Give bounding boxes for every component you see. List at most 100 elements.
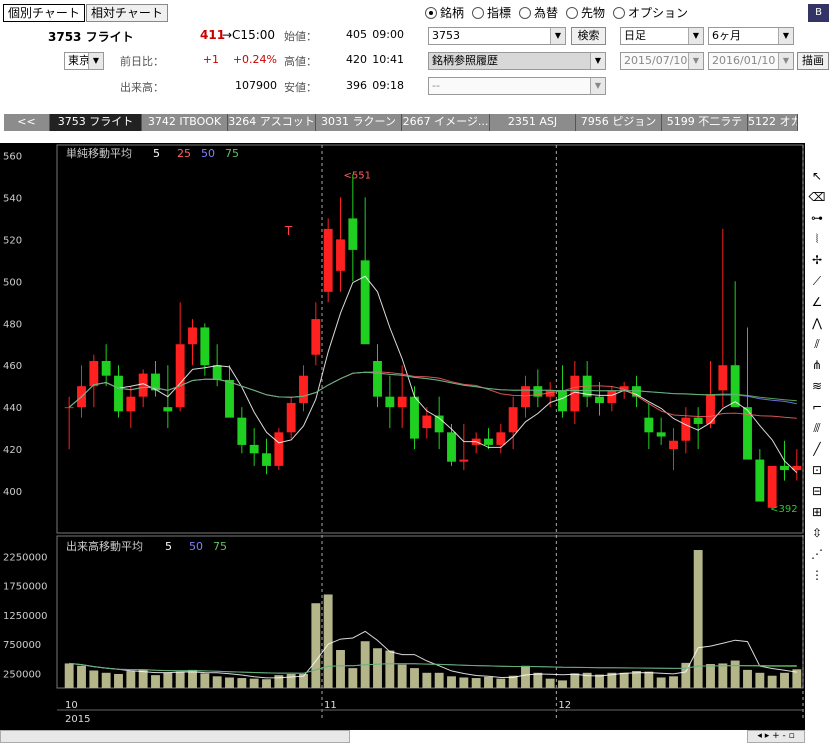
line-tool-icon[interactable]: ╱ bbox=[805, 439, 829, 460]
search-button[interactable]: 検索 bbox=[571, 27, 606, 45]
angle-icon[interactable]: ∠ bbox=[805, 292, 829, 313]
interval-select[interactable]: 日足 ▼ bbox=[620, 27, 704, 45]
volume-bar bbox=[212, 676, 222, 688]
zigzag-icon[interactable]: ⋰ bbox=[805, 544, 829, 565]
history-select[interactable]: 銘柄参照履歴 ▼ bbox=[428, 52, 606, 70]
price-tick-label: 500 bbox=[3, 277, 22, 288]
volume-bar bbox=[89, 670, 99, 688]
volume-panel-title: 出来高移動平均 bbox=[66, 539, 143, 553]
radio-fx[interactable]: 為替 bbox=[519, 4, 558, 21]
change-label: 前日比： bbox=[120, 55, 164, 68]
hline-icon[interactable]: ⊶ bbox=[805, 208, 829, 229]
x-label: 10 bbox=[65, 700, 78, 711]
volume-bar bbox=[237, 678, 247, 688]
stock-tab-6[interactable]: 2351 ASJ bbox=[490, 114, 576, 131]
stock-tab-2[interactable]: 3742 ITBOOK bbox=[142, 114, 228, 131]
fib-icon[interactable]: ⫽ bbox=[805, 334, 829, 355]
box-icon[interactable]: ⊡ bbox=[805, 460, 829, 481]
candle-body bbox=[311, 319, 321, 355]
radio-icon bbox=[519, 7, 531, 19]
from-date[interactable]: 2015/07/10 ▼ bbox=[620, 52, 704, 70]
stairs-icon[interactable]: ⌐ bbox=[805, 397, 829, 418]
stock-tab-0[interactable]: << bbox=[4, 114, 50, 131]
volume-bar bbox=[138, 669, 148, 688]
candle-body bbox=[693, 417, 703, 424]
stock-tab-7[interactable]: 7956 ピジョン bbox=[576, 114, 662, 131]
price-tick-label: 460 bbox=[3, 361, 22, 372]
volume-bar bbox=[262, 679, 271, 688]
candle-body bbox=[447, 432, 456, 462]
volume-bar bbox=[397, 664, 407, 688]
change-pct: +0.24% bbox=[232, 53, 277, 66]
draw-button[interactable]: 描画 bbox=[797, 52, 829, 70]
volume-bar bbox=[644, 671, 654, 688]
stock-chart[interactable]: 560 540 520 500 480 460 440 420 400 2250000 175000… bbox=[0, 143, 805, 730]
corner-button[interactable]: B bbox=[808, 4, 829, 22]
channel-icon[interactable]: ≋ bbox=[805, 376, 829, 397]
triangle-icon[interactable]: ⋀ bbox=[805, 313, 829, 334]
stock-title: 3753 フライト bbox=[48, 30, 134, 44]
stock-tab-8[interactable]: 5199 不二ラテ bbox=[662, 114, 748, 131]
price-tick-label: 520 bbox=[3, 235, 22, 246]
horizontal-scrollbar[interactable] bbox=[0, 730, 350, 743]
annotation-t: T bbox=[284, 224, 293, 238]
candle-body bbox=[249, 444, 259, 454]
candle-body bbox=[200, 327, 210, 366]
stock-tab-4[interactable]: 3031 ラクーン bbox=[316, 114, 402, 131]
span-select[interactable]: 6ヶ月 ▼ bbox=[708, 27, 794, 45]
volume-bar bbox=[619, 672, 629, 688]
volume-tick-label: 1750000 bbox=[3, 582, 48, 593]
stock-tab-9[interactable]: 5122 オカ bbox=[748, 114, 798, 131]
volume-ma-label: 50 bbox=[189, 540, 203, 553]
zoom-controls[interactable]: ◂ ▸ + - ▫ bbox=[747, 730, 805, 743]
to-date[interactable]: 2016/01/10 ▼ bbox=[708, 52, 794, 70]
volume-bar bbox=[323, 594, 333, 688]
price-ma-label: 75 bbox=[225, 147, 239, 160]
grid-icon[interactable]: ⋮ bbox=[805, 565, 829, 586]
open-time: 09:00 bbox=[372, 28, 404, 41]
candle-body bbox=[558, 390, 567, 412]
exchange-select[interactable]: 東京 ▼ bbox=[64, 52, 104, 70]
candle-body bbox=[188, 327, 197, 345]
volume-bar bbox=[545, 678, 555, 688]
stock-tab-5[interactable]: 2667 イメージ... bbox=[402, 114, 490, 131]
trendline-icon[interactable]: ⟋ bbox=[805, 271, 829, 292]
candle-body bbox=[299, 375, 308, 403]
volume-tick-label: 2250000 bbox=[3, 552, 48, 563]
high-time: 10:41 bbox=[372, 53, 404, 66]
radio-futures[interactable]: 先物 bbox=[566, 4, 605, 21]
stock-tab-3[interactable]: 3264 アスコット bbox=[228, 114, 316, 131]
cursor-icon[interactable]: ↖ bbox=[805, 166, 829, 187]
eraser-icon[interactable]: ⌫ bbox=[805, 187, 829, 208]
price-tick-label: 400 bbox=[3, 487, 22, 498]
sub-select[interactable]: -- ▼ bbox=[428, 77, 606, 95]
stock-tab-1[interactable]: 3753 フライト bbox=[50, 114, 142, 131]
candle-body bbox=[755, 459, 765, 502]
volume-tick-label: 250000 bbox=[3, 669, 41, 680]
candle-body bbox=[348, 218, 358, 250]
candle-body bbox=[323, 228, 333, 292]
candle-body bbox=[336, 239, 345, 271]
volume-bar bbox=[200, 673, 210, 688]
chevron-down-icon: ▼ bbox=[688, 28, 703, 44]
change-value: +1 bbox=[202, 53, 219, 66]
box3-icon[interactable]: ⊟ bbox=[805, 481, 829, 502]
tab-relative-chart[interactable]: 相対チャート bbox=[86, 4, 168, 22]
volume-bar bbox=[311, 603, 321, 688]
cross-icon[interactable]: ✢ bbox=[805, 250, 829, 271]
volume-ma-label: 75 bbox=[213, 540, 227, 553]
volume-bar bbox=[767, 675, 777, 688]
radio-options[interactable]: オプション bbox=[613, 4, 688, 21]
volume-bar bbox=[385, 650, 395, 688]
tab-individual-chart[interactable]: 個別チャート bbox=[3, 4, 85, 22]
range-icon[interactable]: ⇳ bbox=[805, 523, 829, 544]
fan-icon[interactable]: ⋔ bbox=[805, 355, 829, 376]
box-arrow-icon[interactable]: ⊞ bbox=[805, 502, 829, 523]
vline-icon[interactable]: ⦚ bbox=[805, 229, 829, 250]
gann-icon[interactable]: ⫻ bbox=[805, 418, 829, 439]
radio-index[interactable]: 指標 bbox=[472, 4, 511, 21]
volume-bar bbox=[348, 668, 358, 688]
code-input[interactable]: 3753 ▼ bbox=[428, 27, 566, 45]
radio-stock[interactable]: 銘柄 bbox=[425, 4, 464, 21]
volume-bar bbox=[730, 660, 740, 688]
